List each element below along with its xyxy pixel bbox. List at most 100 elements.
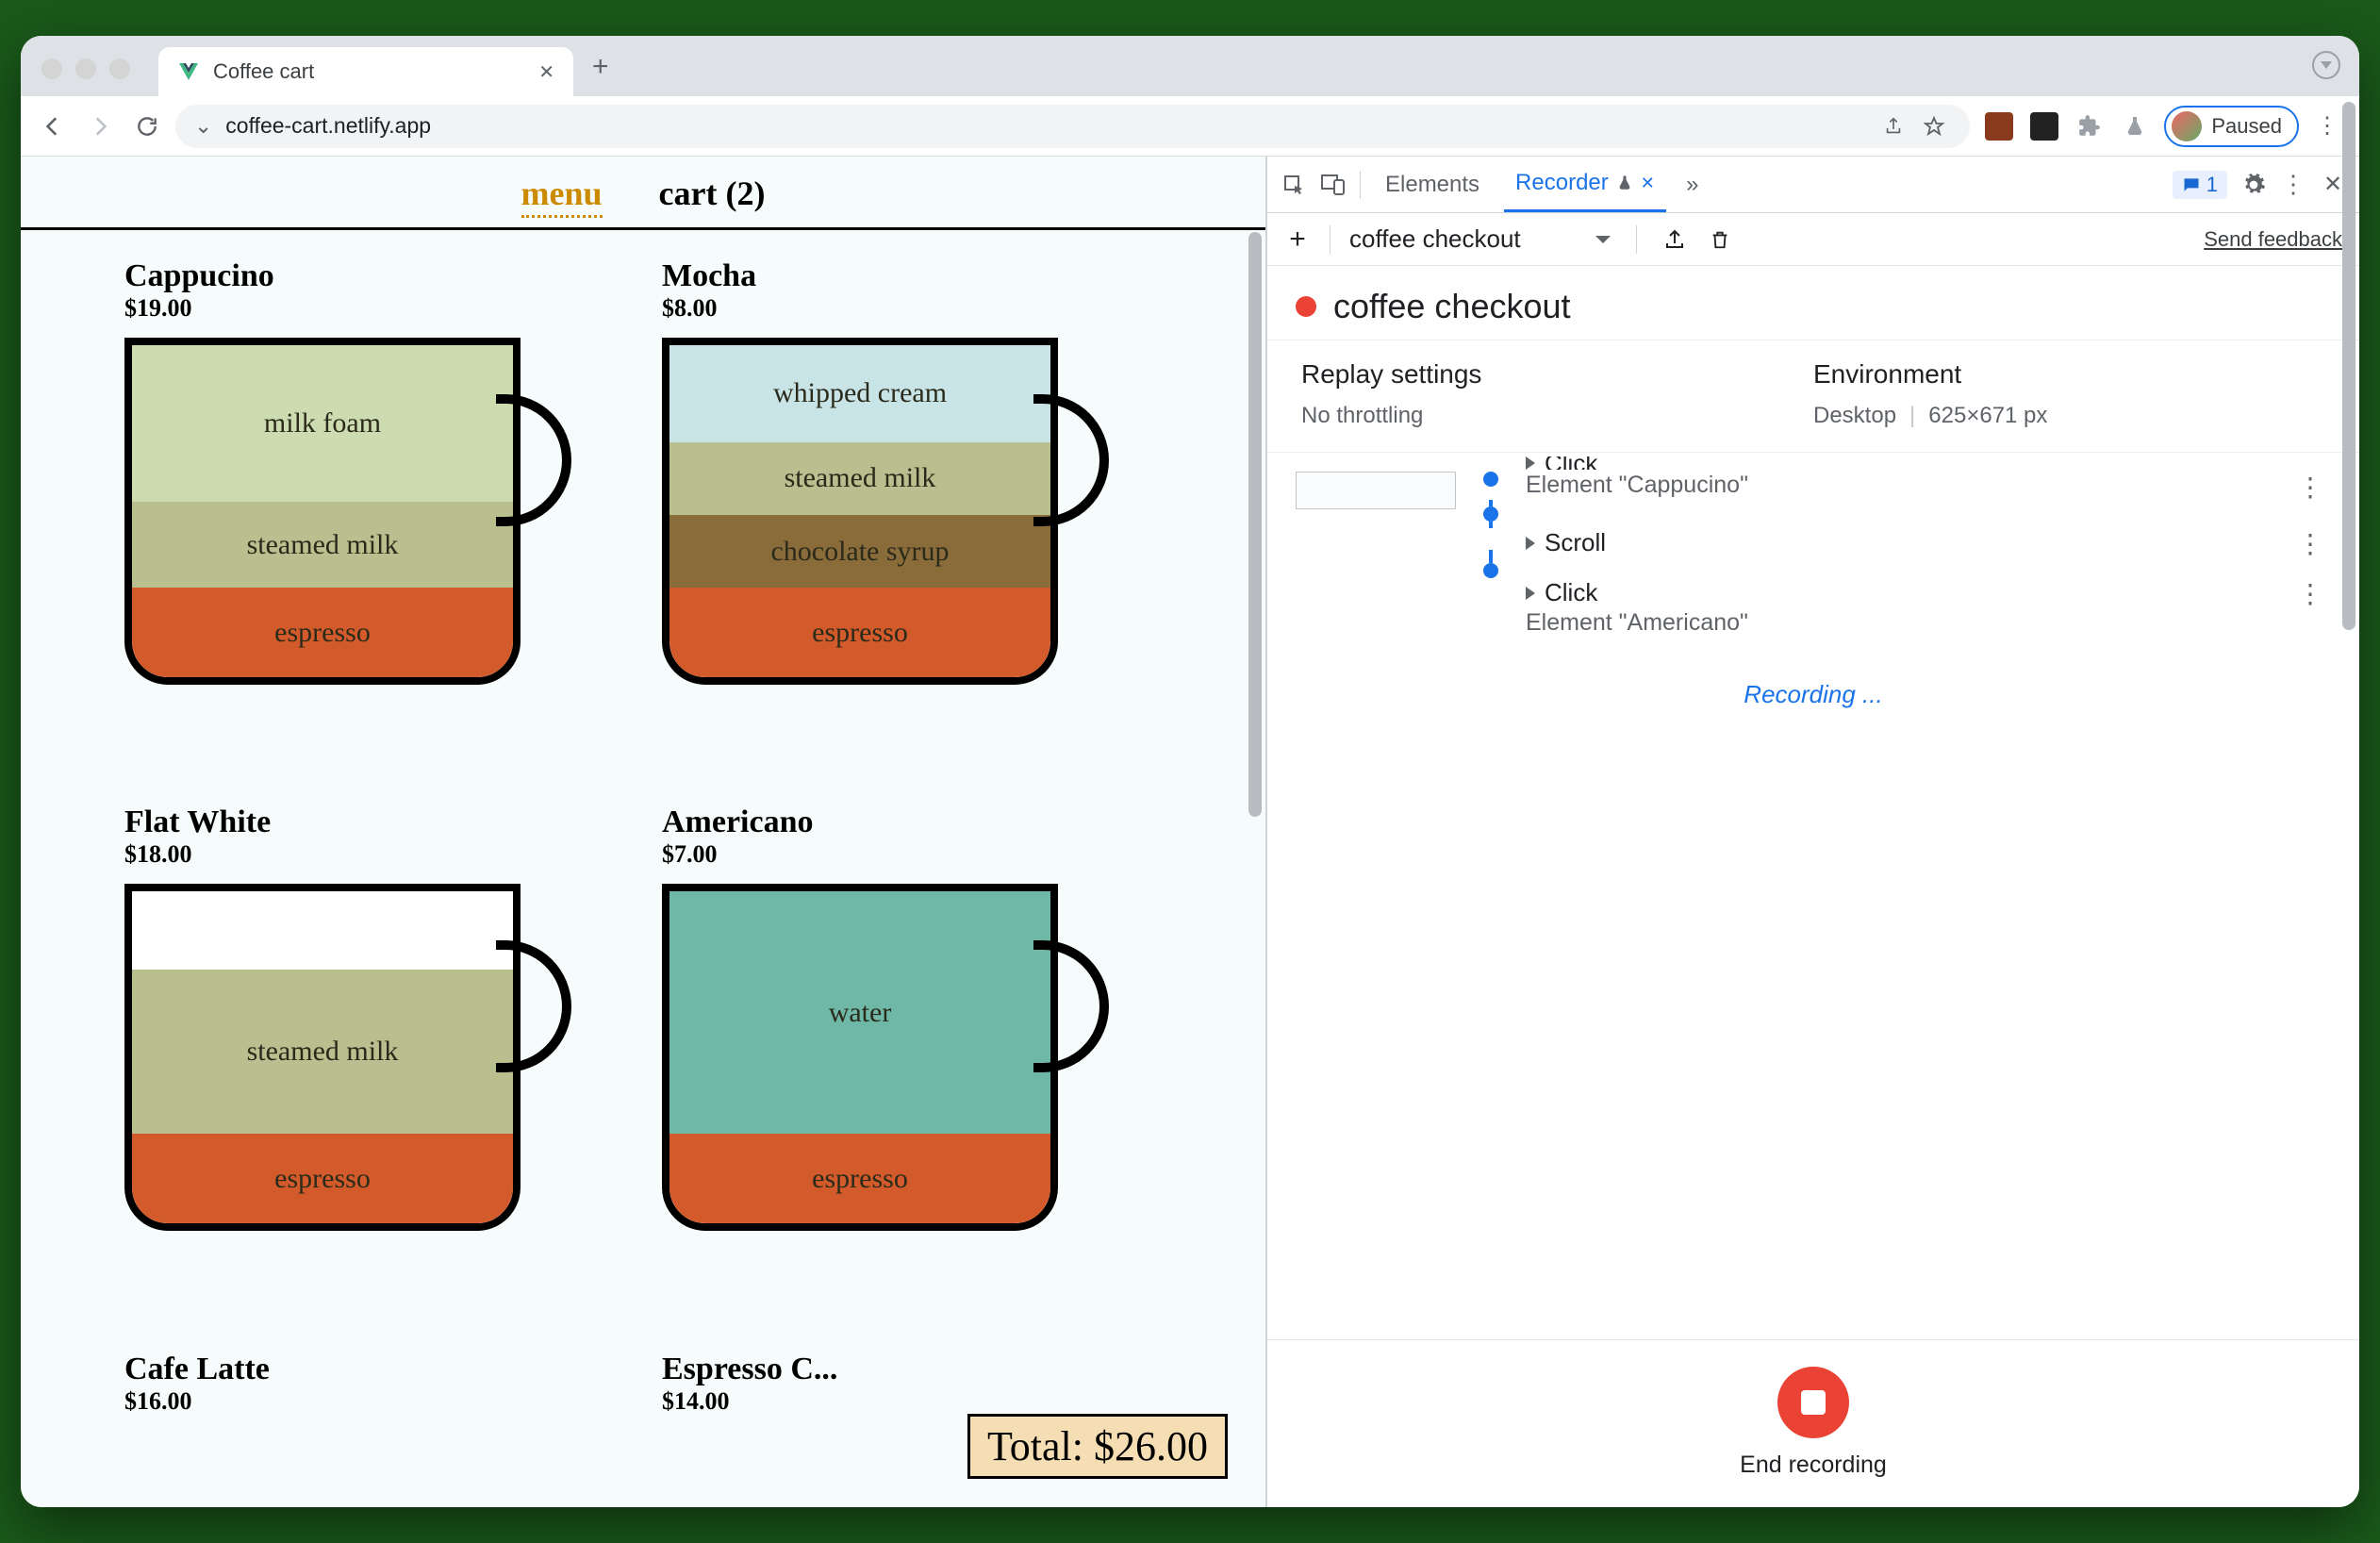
scrollbar[interactable] [2342, 157, 2355, 630]
chrome-menu-button[interactable]: ⋮ [2308, 108, 2346, 145]
messages-chip[interactable]: 1 [2173, 171, 2227, 199]
product-card[interactable]: Mocha$8.00espressochocolate syrupsteamed… [662, 258, 1162, 778]
device-value: Desktop [1813, 403, 1896, 429]
step-subtitle: Element "Cappucino" [1526, 472, 2269, 499]
step-title: Scroll [1545, 528, 1606, 557]
product-card[interactable]: Americano$7.00espressowater [662, 805, 1162, 1324]
step-menu-icon[interactable]: ⋮ [2289, 528, 2331, 559]
product-card[interactable]: Cappucino$19.00 espressosteamed milkmilk … [124, 258, 624, 778]
cup-layer: espresso [669, 588, 1050, 677]
step-menu-icon[interactable]: ⋮ [2289, 472, 2331, 503]
cup-graphic: espressochocolate syrupsteamed milkwhipp… [662, 338, 1105, 687]
site-info-icon[interactable]: ⌄ [194, 113, 212, 139]
browser-tab[interactable]: Coffee cart ✕ [158, 47, 573, 96]
end-recording-button[interactable] [1777, 1367, 1849, 1438]
step-thumbnail [1296, 472, 1456, 509]
url-text: coffee-cart.netlify.app [225, 113, 431, 139]
tab-recorder[interactable]: Recorder ✕ [1504, 157, 1666, 212]
back-button[interactable] [34, 108, 72, 145]
recorder-steps: Click Element "Cappucino" ⋮ Scroll ⋮ Cli… [1267, 453, 2359, 1339]
product-price: $16.00 [124, 1387, 624, 1416]
recorder-step[interactable]: Scroll ⋮ [1296, 519, 2331, 569]
replay-settings-title: Replay settings [1301, 359, 1813, 390]
cup-layer: milk foam [132, 345, 513, 502]
cup-layer: espresso [669, 1134, 1050, 1223]
recording-status: Recording ... [1296, 680, 2331, 709]
profile-chip[interactable]: Paused [2164, 106, 2299, 147]
browser-window: Coffee cart ✕ + ⌄ coffee-cart.netlify.ap… [21, 36, 2359, 1507]
recorder-subbar: + coffee checkout Send feedback [1267, 213, 2359, 266]
cup-layer: espresso [132, 588, 513, 677]
tab-dropdown-icon[interactable] [2312, 51, 2340, 79]
tab-title: Coffee cart [213, 59, 525, 84]
cup-layer: steamed milk [132, 970, 513, 1134]
inspect-icon[interactable] [1281, 172, 1307, 198]
expand-icon[interactable] [1526, 456, 1535, 470]
viewport-value: 625×671 px [1928, 403, 2047, 429]
scrollbar[interactable] [1248, 232, 1262, 817]
export-icon[interactable] [1661, 226, 1688, 253]
extensions [1979, 112, 2155, 141]
forward-button[interactable] [81, 108, 119, 145]
nav-menu[interactable]: menu [521, 174, 603, 218]
window-controls[interactable] [36, 58, 140, 96]
cup-graphic: espressowater [662, 884, 1105, 1233]
puzzle-icon[interactable] [2075, 112, 2104, 141]
dropdown-icon[interactable] [1595, 234, 1611, 245]
nav-bar: ⌄ coffee-cart.netlify.app Paused ⋮ [21, 96, 2359, 157]
product-name: Americano [662, 805, 1162, 840]
close-tab-icon[interactable]: ✕ [538, 60, 554, 84]
extension-icon[interactable] [2030, 112, 2058, 141]
devtools-menu-icon[interactable]: ⋮ [2280, 172, 2306, 198]
cup-layer: chocolate syrup [669, 515, 1050, 588]
cup-layer: steamed milk [132, 502, 513, 588]
product-price: $18.00 [124, 840, 624, 869]
timeline-dot-icon [1483, 506, 1498, 522]
send-feedback-link[interactable]: Send feedback [2204, 227, 2342, 252]
settings-icon[interactable] [2240, 172, 2267, 198]
step-title: Click [1545, 578, 1597, 607]
recording-name[interactable]: coffee checkout [1349, 224, 1576, 254]
product-name: Espresso C... [662, 1352, 1162, 1387]
bookmark-icon[interactable] [1923, 115, 1945, 138]
reload-button[interactable] [128, 108, 166, 145]
product-card[interactable]: Flat White$18.00espressosteamed milk [124, 805, 624, 1324]
step-menu-icon[interactable]: ⋮ [2289, 578, 2331, 609]
product-price: $19.00 [124, 294, 624, 323]
flask-icon[interactable] [2121, 112, 2149, 141]
cup-layer [132, 891, 513, 970]
devtools-tabs: Elements Recorder ✕ » 1 ⋮ ✕ [1267, 157, 2359, 213]
nav-cart[interactable]: cart (2) [659, 174, 766, 218]
delete-icon[interactable] [1707, 226, 1733, 253]
device-toggle-icon[interactable] [1320, 172, 1347, 198]
product-card[interactable]: Cafe Latte$16.00 [124, 1352, 624, 1507]
new-tab-button[interactable]: + [592, 51, 609, 83]
expand-icon[interactable] [1526, 587, 1535, 600]
recorder-footer: End recording [1267, 1339, 2359, 1507]
address-bar[interactable]: ⌄ coffee-cart.netlify.app [175, 105, 1970, 148]
more-tabs-icon[interactable]: » [1679, 172, 1706, 198]
vue-favicon-icon [177, 60, 200, 83]
end-recording-label: End recording [1740, 1452, 1887, 1479]
add-recording-button[interactable]: + [1284, 226, 1311, 253]
tab-strip: Coffee cart ✕ + [21, 36, 2359, 96]
recorder-step[interactable]: Click Element "Cappucino" ⋮ [1296, 462, 2331, 519]
expand-icon[interactable] [1526, 537, 1535, 550]
cup-graphic: espressosteamed milkmilk foam [124, 338, 568, 687]
extension-icon[interactable] [1985, 112, 2013, 141]
throttling-value[interactable]: No throttling [1301, 403, 1423, 429]
product-price: $14.00 [662, 1387, 1162, 1416]
app-nav: menu cart (2) [21, 157, 1265, 230]
devtools: Elements Recorder ✕ » 1 ⋮ ✕ + [1265, 157, 2359, 1507]
close-panel-icon[interactable]: ✕ [1641, 174, 1655, 193]
tab-elements[interactable]: Elements [1374, 158, 1491, 211]
total-box[interactable]: Total: $26.00 [967, 1414, 1228, 1479]
product-name: Mocha [662, 258, 1162, 294]
step-subtitle: Element "Americano" [1526, 609, 2269, 637]
timeline-dot-icon [1483, 563, 1498, 578]
product-name: Cappucino [124, 258, 624, 294]
share-icon[interactable] [1883, 116, 1904, 137]
profile-label: Paused [2211, 114, 2282, 139]
recorder-step[interactable]: Click Element "Americano" ⋮ [1296, 569, 2331, 646]
recorder-settings: Replay settings No throttling Environmen… [1267, 340, 2359, 453]
